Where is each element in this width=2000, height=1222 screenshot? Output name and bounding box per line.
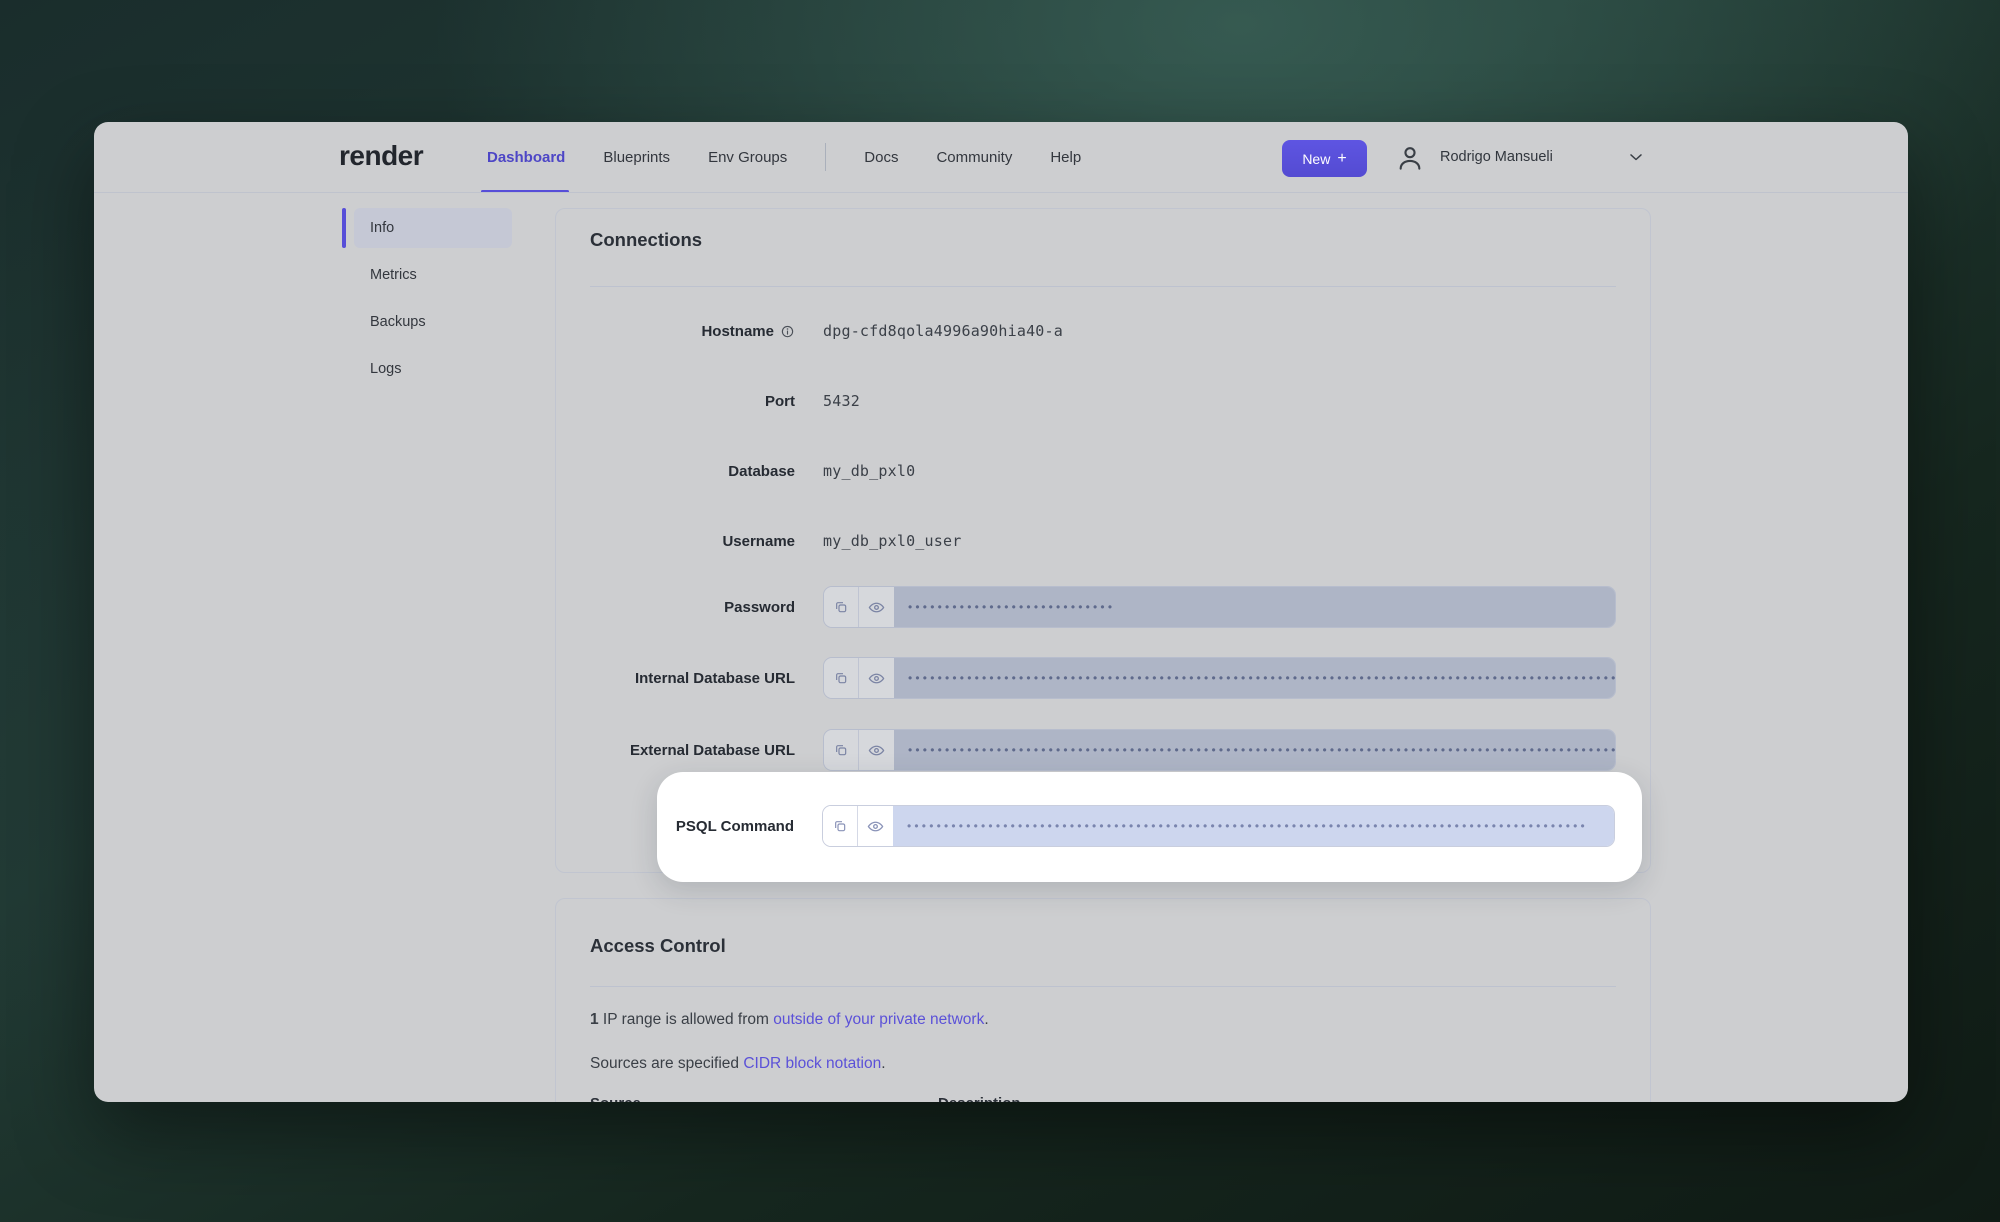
access-control-panel: Access Control 1 IP range is allowed fro… xyxy=(555,898,1651,1102)
nav-env-groups[interactable]: Env Groups xyxy=(708,149,787,166)
copy-internal-url-button[interactable] xyxy=(824,658,859,698)
plus-icon: + xyxy=(1337,150,1346,168)
sources-text: Sources are specified CIDR block notatio… xyxy=(590,1055,886,1073)
reveal-external-url-button[interactable] xyxy=(859,730,894,770)
psql-command-highlight: PSQL Command •••••••••••••••••••••••••••… xyxy=(657,772,1642,882)
sidebar-item-label: Info xyxy=(370,220,394,236)
username-value: my_db_pxl0_user xyxy=(823,532,961,550)
password-field-group: •••••••••••••••••••••••••••• xyxy=(823,586,1616,628)
render-dashboard-window: render Dashboard Blueprints Env Groups D… xyxy=(94,122,1908,1102)
internal-db-url-row: Internal Database URL ••••••••••••••••••… xyxy=(556,657,1616,699)
reveal-internal-url-button[interactable] xyxy=(859,658,894,698)
psql-command-field-group: ••••••••••••••••••••••••••••••••••••••••… xyxy=(822,805,1615,847)
nav-blueprints[interactable]: Blueprints xyxy=(603,149,670,166)
psql-command-label: PSQL Command xyxy=(657,818,794,835)
psql-command-row: PSQL Command •••••••••••••••••••••••••••… xyxy=(657,805,794,847)
nav-dashboard[interactable]: Dashboard xyxy=(487,149,565,166)
external-db-url-label: External Database URL xyxy=(556,742,795,759)
username-label: Username xyxy=(556,533,795,550)
nav-help[interactable]: Help xyxy=(1050,149,1081,166)
external-db-url-field-group: ••••••••••••••••••••••••••••••••••••••••… xyxy=(823,729,1616,771)
new-button-label: New xyxy=(1302,151,1330,167)
access-control-title: Access Control xyxy=(590,935,726,957)
internal-db-url-field-group: ••••••••••••••••••••••••••••••••••••••••… xyxy=(823,657,1616,699)
username-row: Username my_db_pxl0_user xyxy=(556,520,961,562)
user-name[interactable]: Rodrigo Mansueli xyxy=(1440,149,1553,165)
copy-psql-command-button[interactable] xyxy=(823,806,858,846)
sidebar-item-metrics[interactable]: Metrics xyxy=(354,255,512,295)
psql-command-masked-value[interactable]: ••••••••••••••••••••••••••••••••••••••••… xyxy=(893,806,1614,846)
sidebar-item-info[interactable]: Info xyxy=(354,208,512,248)
nav-docs[interactable]: Docs xyxy=(864,149,898,166)
active-indicator xyxy=(342,208,346,248)
main-nav: Dashboard Blueprints Env Groups Docs Com… xyxy=(487,122,1081,192)
nav-divider xyxy=(825,143,826,171)
database-label: Database xyxy=(556,463,795,480)
port-label: Port xyxy=(556,393,795,410)
render-logo[interactable]: render xyxy=(339,140,423,172)
ip-range-text-body: IP range is allowed from xyxy=(599,1011,774,1028)
port-row: Port 5432 xyxy=(556,380,860,422)
private-network-link[interactable]: outside of your private network xyxy=(773,1011,984,1028)
hostname-value: dpg-cfd8qola4996a90hia40-a xyxy=(823,322,1063,340)
reveal-password-button[interactable] xyxy=(859,587,894,627)
connections-title: Connections xyxy=(590,229,702,251)
password-masked-value[interactable]: •••••••••••••••••••••••••••• xyxy=(894,587,1615,627)
external-db-url-masked-value[interactable]: ••••••••••••••••••••••••••••••••••••••••… xyxy=(894,730,1615,770)
chevron-down-icon[interactable] xyxy=(1626,147,1646,167)
internal-db-url-masked-value[interactable]: ••••••••••••••••••••••••••••••••••••••••… xyxy=(894,658,1615,698)
description-column-header: Description xyxy=(938,1095,1021,1102)
password-row: Password •••••••••••••••••••••••••••• xyxy=(556,586,1616,628)
field-label-text: Hostname xyxy=(701,323,774,340)
hostname-label: Hostname xyxy=(556,323,795,340)
internal-db-url-label: Internal Database URL xyxy=(556,670,795,687)
header-divider xyxy=(94,192,1908,193)
external-db-url-row: External Database URL ••••••••••••••••••… xyxy=(556,729,1616,771)
copy-external-url-button[interactable] xyxy=(824,730,859,770)
period: . xyxy=(881,1055,885,1072)
sidebar-item-label: Metrics xyxy=(370,267,417,283)
hostname-row: Hostname dpg-cfd8qola4996a90hia40-a xyxy=(556,310,1063,352)
section-divider xyxy=(590,286,1616,287)
sidebar-item-logs[interactable]: Logs xyxy=(354,349,512,389)
section-divider xyxy=(590,986,1616,987)
nav-community[interactable]: Community xyxy=(936,149,1012,166)
password-label: Password xyxy=(556,599,795,616)
new-button[interactable]: New + xyxy=(1282,140,1367,177)
database-row: Database my_db_pxl0 xyxy=(556,450,915,492)
reveal-psql-command-button[interactable] xyxy=(858,806,893,846)
cidr-notation-link[interactable]: CIDR block notation xyxy=(743,1055,881,1072)
sidebar-item-label: Logs xyxy=(370,361,401,377)
info-icon[interactable] xyxy=(780,324,795,339)
top-navigation-bar: render Dashboard Blueprints Env Groups D… xyxy=(94,122,1908,193)
user-avatar-icon[interactable] xyxy=(1394,142,1426,174)
sidebar-item-backups[interactable]: Backups xyxy=(354,302,512,342)
database-value: my_db_pxl0 xyxy=(823,462,915,480)
source-column-header: Source xyxy=(590,1095,641,1102)
sources-text-body: Sources are specified xyxy=(590,1055,743,1072)
period: . xyxy=(984,1011,988,1028)
sidebar-item-label: Backups xyxy=(370,314,426,330)
ip-range-count: 1 xyxy=(590,1011,599,1028)
copy-password-button[interactable] xyxy=(824,587,859,627)
port-value: 5432 xyxy=(823,392,860,410)
ip-range-text: 1 IP range is allowed from outside of yo… xyxy=(590,1011,989,1029)
